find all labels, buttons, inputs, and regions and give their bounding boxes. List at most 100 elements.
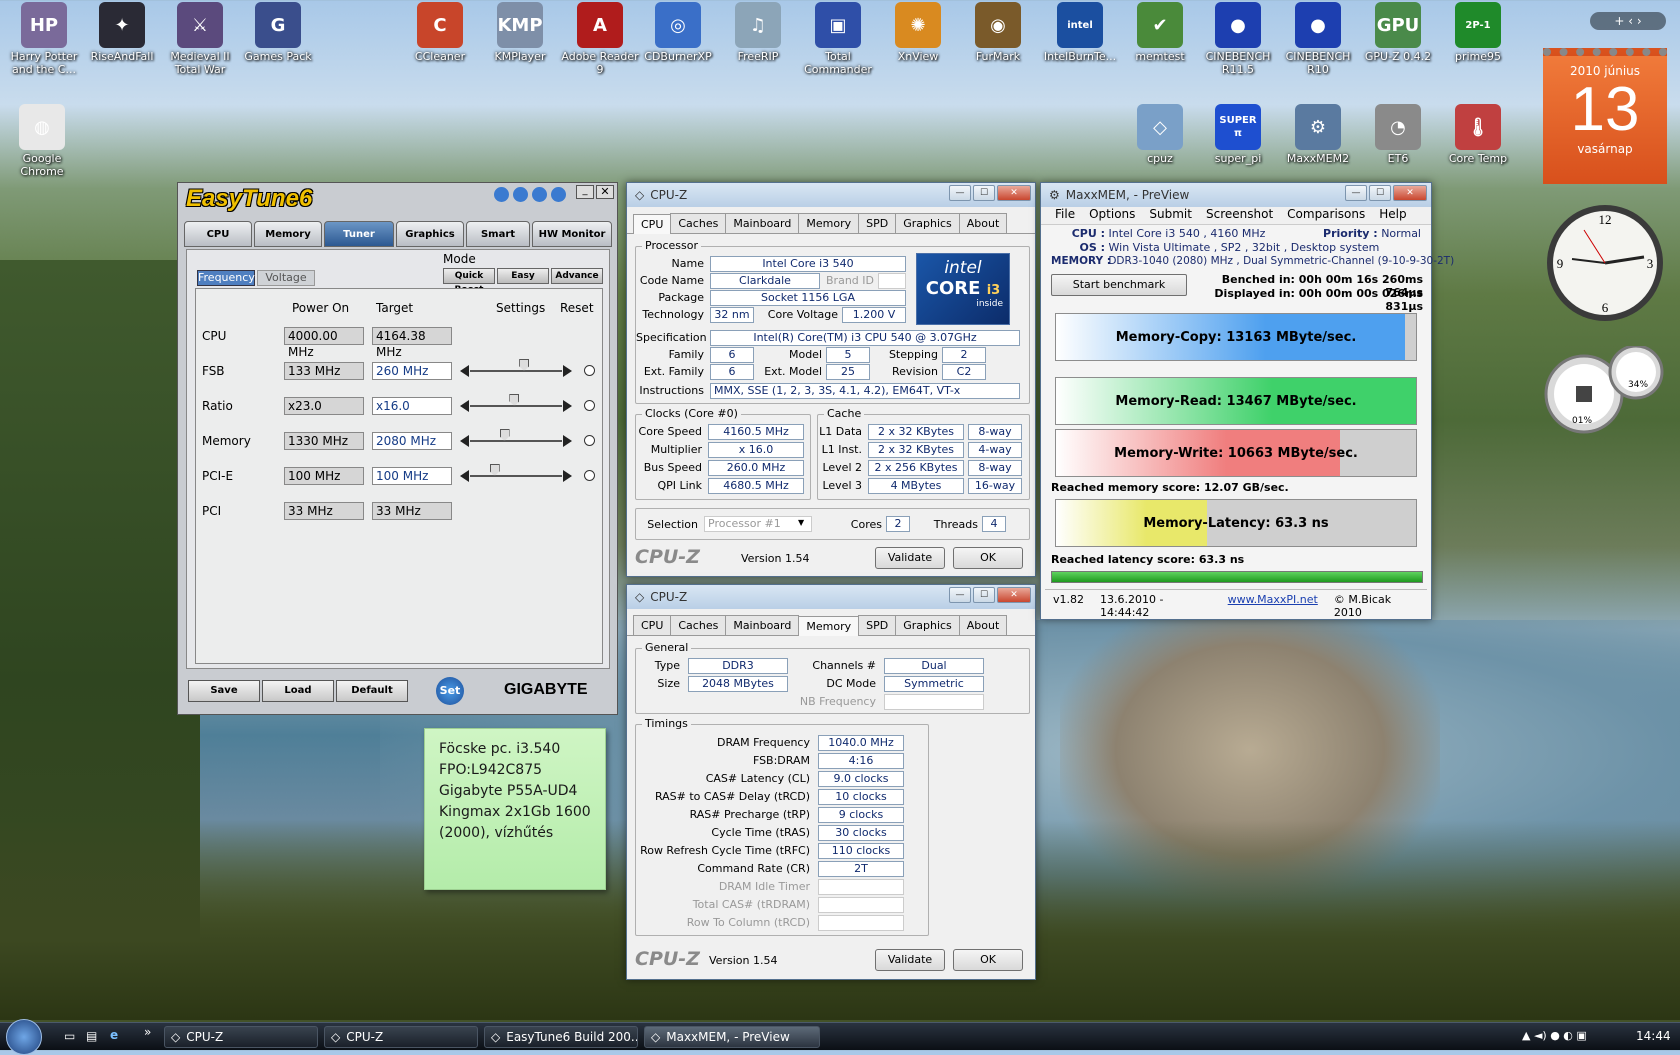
about-icon[interactable] [551,187,566,202]
arrow-left-icon[interactable] [460,435,469,447]
link-icon[interactable] [513,187,528,202]
close-button[interactable]: ✕ [596,185,614,199]
help-icon[interactable] [532,187,547,202]
tab-cpu[interactable]: CPU [184,221,252,247]
easytune-help-icons[interactable] [494,187,566,202]
close-button[interactable]: ✕ [1393,185,1427,201]
desktop-icon[interactable]: intel IntelBurnTe... [1040,2,1120,63]
tab-about[interactable]: About [958,213,1008,233]
reset-radio[interactable] [584,470,595,481]
tab-caches[interactable]: Caches [670,213,727,233]
menu-file[interactable]: File [1055,207,1075,224]
calendar-gadget[interactable]: 2010 június 13 vasárnap [1543,48,1667,184]
tab-tuner[interactable]: Tuner [324,221,394,247]
arrow-left-icon[interactable] [460,400,469,412]
minimize-button[interactable]: — [949,587,971,603]
set-button[interactable]: Set [436,677,464,705]
desktop-icon[interactable]: ▣ Total Commander [798,2,878,76]
ok-button[interactable]: OK [953,547,1023,569]
minimize-button[interactable]: _ [576,185,594,199]
desktop-icon[interactable]: KMP KMPlayer [480,2,560,63]
tab-hw-monitor[interactable]: HW Monitor [532,221,612,247]
desktop-icon[interactable]: ◍ Google Chrome [2,104,82,178]
target-value[interactable]: 2080 MHz [372,432,452,450]
mode-quick-boost-button[interactable]: Quick Boost [443,268,495,295]
tab-graphics[interactable]: Graphics [396,221,464,247]
desktop-icon[interactable]: ⚔ Medieval II Total War [160,2,240,76]
desktop-icon[interactable]: ● CINEBENCH R11.5 [1198,2,1278,76]
reset-radio[interactable] [584,365,595,376]
taskbar-item[interactable]: ◇ EasyTune6 Build 200... [484,1026,638,1048]
arrow-right-icon[interactable] [563,435,572,447]
desktop-icon[interactable]: SUPER π super_pi [1198,104,1278,165]
tab-about[interactable]: About [958,615,1008,635]
desktop-icon[interactable]: GPU GPU-Z 0.4.2 [1358,2,1438,63]
desktop-icon[interactable]: ✺ XnView [878,2,958,63]
desktop-icon[interactable]: ◔ ET6 [1358,104,1438,165]
tray-icons[interactable]: ▲ ◄) ● ◐ ▣ [1522,1029,1587,1042]
tab-spd[interactable]: SPD [858,213,897,233]
ok-button[interactable]: OK [953,949,1023,971]
tab-spd[interactable]: SPD [858,615,897,635]
desktop-icon[interactable]: C CCleaner [400,2,480,63]
desktop-icon[interactable]: 🌡 Core Temp [1438,104,1518,165]
save-button[interactable]: Save [188,680,260,702]
validate-button[interactable]: Validate [875,547,945,569]
arrow-right-icon[interactable] [563,470,572,482]
reset-radio[interactable] [584,400,595,411]
desktop-icon[interactable]: ◉ FurMark [958,2,1038,63]
tab-cpu[interactable]: CPU [633,615,672,635]
setting-slider[interactable] [460,429,572,447]
cpu-meter-gadget[interactable]: 01% 34% [1544,344,1666,436]
menu-comparisons[interactable]: Comparisons [1287,207,1365,224]
processor-select[interactable]: Processor #1 [704,516,812,532]
tab-smart[interactable]: Smart [466,221,530,247]
setting-slider[interactable] [460,394,572,412]
tab-memory[interactable]: Memory [798,213,860,233]
desktop-icon[interactable]: HP Harry Potter and the C... [4,2,84,76]
setting-slider[interactable] [460,464,572,482]
desktop-icon[interactable]: G Games Pack [238,2,318,63]
target-value[interactable]: 260 MHz [372,362,452,380]
tab-memory[interactable]: Memory [254,221,322,247]
desktop-icon[interactable]: A Adobe Reader 9 [560,2,640,76]
desktop-icon[interactable]: ● CINEBENCH R10 [1278,2,1358,76]
chevron-down-icon[interactable]: ▼ [798,518,804,527]
clock-time[interactable]: 14:44 [1636,1029,1671,1043]
arrow-right-icon[interactable] [563,400,572,412]
menu-submit[interactable]: Submit [1149,207,1192,224]
setting-slider[interactable] [460,359,572,377]
tab-memory[interactable]: Memory [798,616,860,636]
sidebar-controls[interactable]: + ‹ › [1590,12,1666,30]
sticky-note[interactable]: Föcske pc. i3.540 FPO:L942C875 Gigabyte … [424,728,606,890]
switch-windows-icon[interactable]: ▤ [86,1029,97,1043]
minimize-button[interactable]: — [949,185,971,201]
menu-screenshot[interactable]: Screenshot [1206,207,1273,224]
subtab-frequency[interactable]: Frequency [197,270,255,286]
desktop-icon[interactable]: ⚙ MaxxMEM2 [1278,104,1358,165]
tab-mainboard[interactable]: Mainboard [725,213,800,233]
website-link[interactable]: www.MaxxPI.net [1228,593,1318,606]
default-button[interactable]: Default [336,680,408,702]
mode-easy-button[interactable]: Easy [497,268,549,284]
close-button[interactable]: ✕ [997,185,1031,201]
maximize-button[interactable]: ☐ [973,587,995,603]
desktop-icon[interactable]: ✔ memtest [1120,2,1200,63]
ie-icon[interactable]: e [110,1028,118,1042]
taskbar-item[interactable]: ◇ CPU-Z [324,1026,478,1048]
show-desktop-icon[interactable]: ▭ [64,1029,75,1043]
tab-mainboard[interactable]: Mainboard [725,615,800,635]
tab-graphics[interactable]: Graphics [895,213,960,233]
desktop-icon[interactable]: 2P-1 prime95 [1438,2,1518,63]
maximize-button[interactable]: ☐ [973,185,995,201]
target-value[interactable]: x16.0 [372,397,452,415]
quicklaunch-more[interactable]: » [144,1025,151,1039]
clock-gadget[interactable]: 12 3 6 9 [1544,202,1666,324]
desktop-icon[interactable]: ♫ FreeRIP [718,2,798,63]
taskbar-item[interactable]: ◇ CPU-Z [164,1026,318,1048]
taskbar-item[interactable]: ◇ MaxxMEM, - PreView [644,1026,820,1048]
target-value[interactable]: 100 MHz [372,467,452,485]
arrow-right-icon[interactable] [563,365,572,377]
minimize-button[interactable]: — [1345,185,1367,201]
desktop-icon[interactable]: ◎ CDBurnerXP [638,2,718,63]
